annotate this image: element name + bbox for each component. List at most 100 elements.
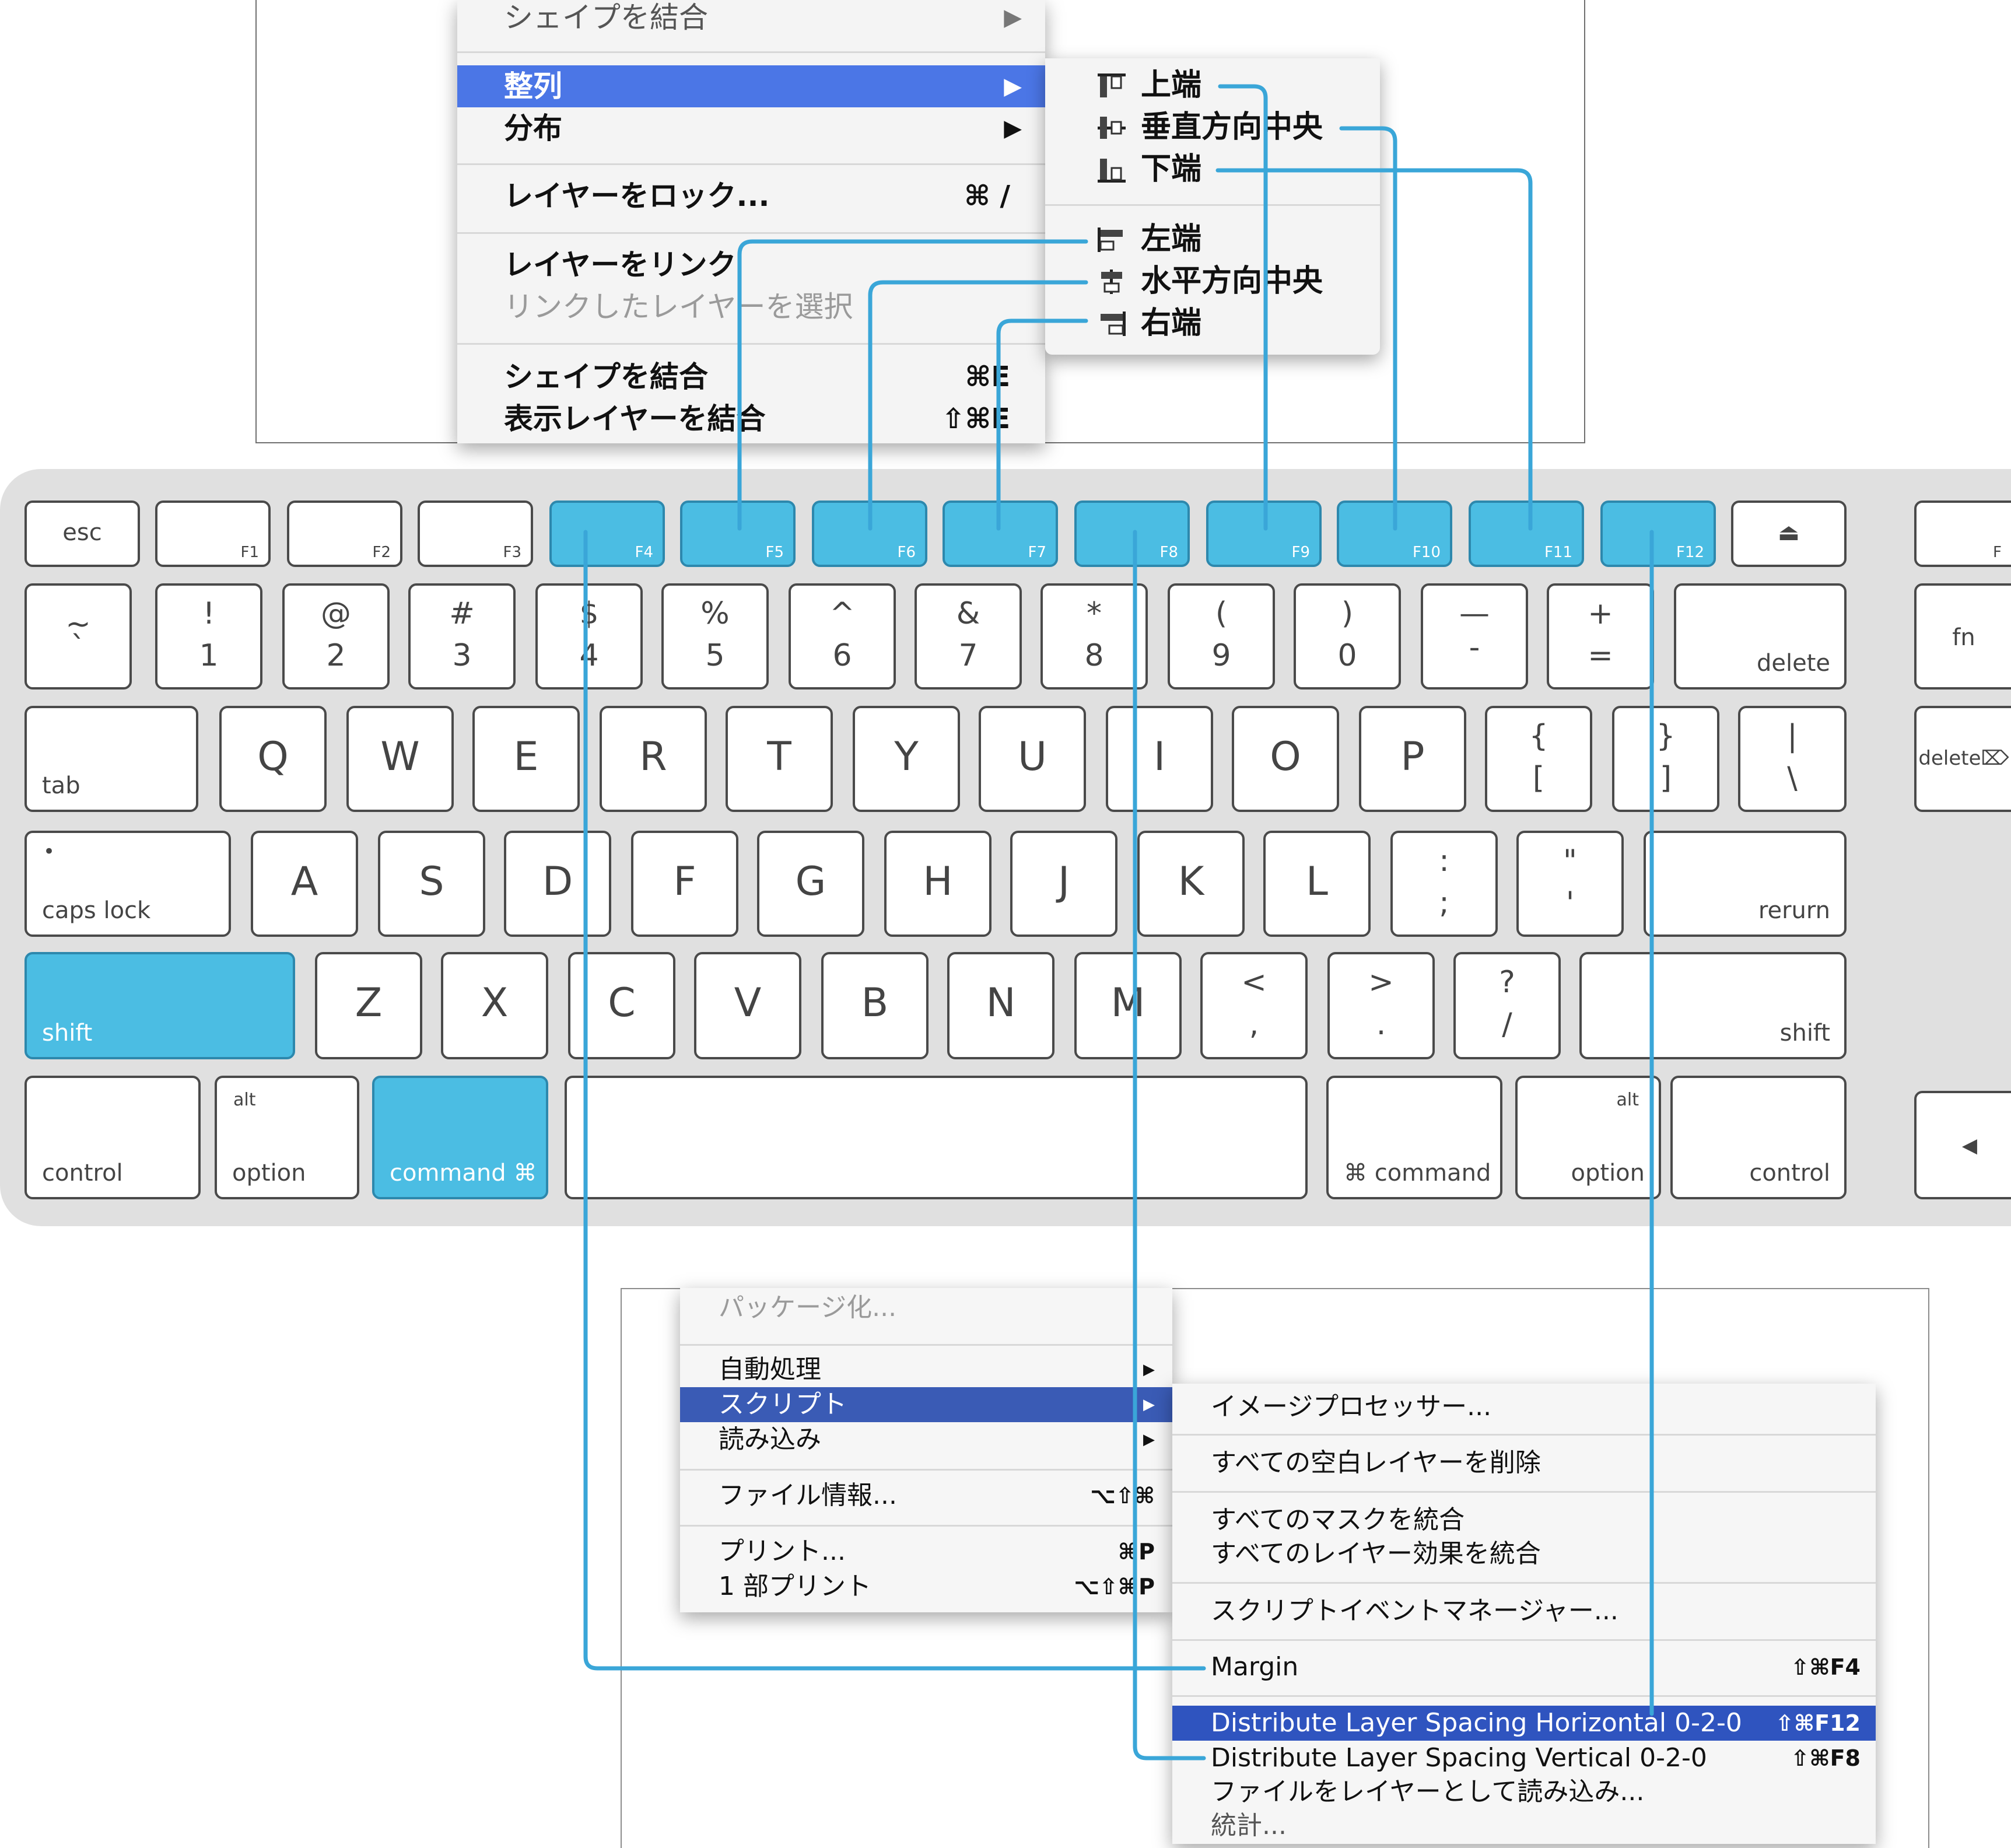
key-shift-right[interactable]: shift [1579,952,1847,1059]
key-t[interactable]: T [726,706,833,812]
menu-item-merge-shapes[interactable]: シェイプを結合 ⌘E [457,356,1045,398]
menu-item-scripts[interactable]: スクリプト ▶ [680,1387,1172,1422]
key-control-right[interactable]: control [1670,1076,1847,1199]
menu-item-lock-layers[interactable]: レイヤーをロック... ⌘ / [457,175,1045,217]
key-1[interactable]: ! 1 [155,583,262,690]
key-return[interactable]: rerurn [1644,831,1847,937]
menu-item-automate[interactable]: 自動処理 ▶ [680,1352,1172,1387]
key-w[interactable]: W [346,706,454,812]
key-f9[interactable]: F9 [1206,501,1322,567]
key-equals[interactable]: + = [1547,583,1654,690]
key-f12[interactable]: F12 [1600,501,1716,567]
key-s[interactable]: S [378,831,485,937]
key-backtick[interactable]: ~ ` [24,583,132,690]
key-4[interactable]: $4 [535,583,643,690]
script-margin[interactable]: Margin ⇧⌘F4 [1172,1650,1876,1685]
key-left-bracket[interactable]: {[ [1485,706,1592,812]
menu-item-import[interactable]: 読み込み ▶ [680,1422,1172,1457]
key-b[interactable]: B [821,952,929,1059]
key-c[interactable]: C [568,952,675,1059]
key-l[interactable]: L [1263,831,1371,937]
key-k[interactable]: K [1137,831,1245,937]
key-p[interactable]: P [1359,706,1466,812]
key-z[interactable]: Z [315,952,422,1059]
align-left-item[interactable]: 左端 [1045,218,1380,260]
key-q[interactable]: Q [219,706,327,812]
key-f5[interactable]: F5 [680,501,796,567]
script-distribute-horizontal[interactable]: Distribute Layer Spacing Horizontal 0-2-… [1172,1706,1876,1741]
key-v[interactable]: V [694,952,801,1059]
key-g[interactable]: G [757,831,864,937]
key-command-left[interactable]: command ⌘ [372,1076,548,1199]
menu-item-merge-visible[interactable]: 表示レイヤーを結合 ⇧⌘E [457,398,1045,440]
align-right-item[interactable]: 右端 [1045,302,1380,344]
key-tab[interactable]: tab [24,706,198,812]
key-8[interactable]: * 8 [1040,583,1148,690]
key-f8[interactable]: F8 [1074,501,1190,567]
key-control-left[interactable]: control [24,1076,201,1199]
script-delete-empty-layers[interactable]: すべての空白レイヤーを削除 [1172,1446,1876,1480]
key-caps-lock[interactable]: • caps lock [24,831,231,937]
key-semicolon[interactable]: :; [1390,831,1498,937]
menu-item-package[interactable]: パッケージ化... [680,1290,1172,1325]
menu-item-link-layers[interactable]: レイヤーをリンク [457,244,1045,286]
script-statistics[interactable]: 統計... [1172,1808,1876,1843]
key-6[interactable]: ^ 6 [789,583,896,690]
align-hcenter-item[interactable]: 水平方向中央 [1045,260,1380,302]
key-eject[interactable]: ⏏ [1731,501,1847,567]
key-f6[interactable]: F6 [812,501,927,567]
align-bottom-item[interactable]: 下端 [1045,148,1380,190]
key-option-right[interactable]: alt option [1515,1076,1661,1199]
key-f2[interactable]: F2 [287,501,402,567]
script-flatten-masks[interactable]: すべてのマスクを統合 [1172,1503,1876,1538]
key-esc[interactable]: esc [24,501,140,567]
key-f11[interactable]: F11 [1469,501,1584,567]
key-m[interactable]: M [1074,952,1182,1059]
key-j[interactable]: J [1010,831,1117,937]
key-right-bracket[interactable]: }] [1612,706,1719,812]
key-d[interactable]: D [504,831,611,937]
menu-item-file-info[interactable]: ファイル情報... ⌥⇧⌘ [680,1478,1172,1513]
script-distribute-vertical[interactable]: Distribute Layer Spacing Vertical 0-2-0 … [1172,1741,1876,1776]
key-5[interactable]: % 5 [661,583,769,690]
menu-item-align[interactable]: 整列 ▶ [457,65,1045,107]
key-period[interactable]: >. [1327,952,1435,1059]
align-top-item[interactable]: 上端 [1045,64,1380,106]
key-9[interactable]: (9 [1168,583,1275,690]
key-slash[interactable]: ? / [1453,952,1561,1059]
key-quote[interactable]: " ' [1516,831,1624,937]
menu-item-select-linked[interactable]: リンクしたレイヤーを選択 [457,286,1045,328]
key-f[interactable]: F [631,831,738,937]
key-f7[interactable]: F7 [943,501,1058,567]
script-image-processor[interactable]: イメージプロセッサー... [1172,1390,1876,1424]
key-0[interactable]: ) 0 [1294,583,1401,690]
key-h[interactable]: H [884,831,992,937]
menu-item-distribute[interactable]: 分布 ▶ [457,107,1045,149]
align-vcenter-item[interactable]: 垂直方向中央 [1045,106,1380,148]
key-f4[interactable]: F4 [549,501,665,567]
key-e[interactable]: E [472,706,580,812]
key-f3[interactable]: F3 [418,501,533,567]
key-2[interactable]: @2 [282,583,390,690]
menu-item-print[interactable]: プリント... ⌘P [680,1534,1172,1569]
key-u[interactable]: U [979,706,1086,812]
key-x[interactable]: X [441,952,548,1059]
key-a[interactable]: A [251,831,358,937]
key-f1[interactable]: F1 [155,501,271,567]
menu-item-print-one[interactable]: 1 部プリント ⌥⇧⌘P [680,1569,1172,1604]
key-fn[interactable]: fn [1914,583,2011,690]
key-delete[interactable]: delete [1674,583,1847,690]
key-forward-delete[interactable]: delete⌦ [1914,706,2011,812]
key-i[interactable]: I [1106,706,1213,812]
key-n[interactable]: N [947,952,1054,1059]
key-backslash[interactable]: | \ [1738,706,1847,812]
key-7[interactable]: & 7 [915,583,1022,690]
menu-item-combine-shapes-partial[interactable]: シェイプを結合 ▶ [457,0,1045,38]
key-y[interactable]: Y [853,706,960,812]
key-f10[interactable]: F10 [1337,501,1452,567]
key-space[interactable] [565,1076,1308,1199]
key-minus[interactable]: — - [1421,583,1528,690]
key-3[interactable]: #3 [408,583,516,690]
key-arrow-left[interactable]: ◀ [1914,1091,2011,1199]
script-events-manager[interactable]: スクリプトイベントマネージャー... [1172,1594,1876,1629]
